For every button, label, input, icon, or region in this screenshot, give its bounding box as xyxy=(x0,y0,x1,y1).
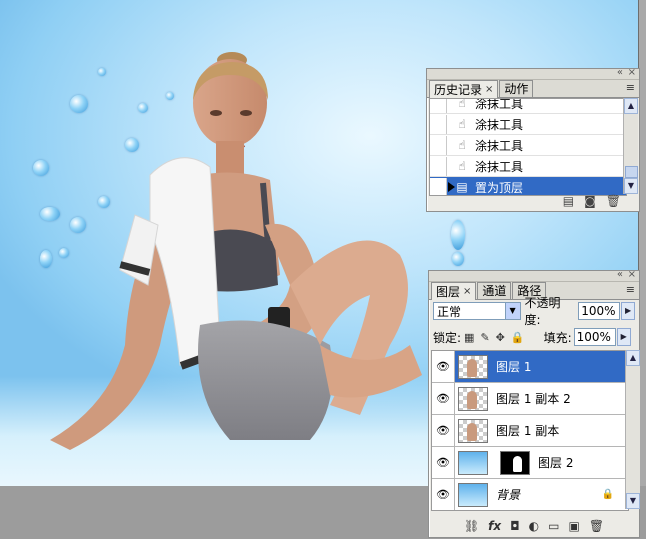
lock-transparent-pixels-icon[interactable]: ▦ xyxy=(464,331,474,344)
fx-icon[interactable]: fx xyxy=(488,519,501,533)
blend-opacity-row: 正常 ▼ 不透明度: 100% ▶ xyxy=(433,296,635,327)
layer-mask-thumbnail[interactable] xyxy=(500,450,530,475)
adjustment-layer-icon[interactable]: ◐ xyxy=(529,519,539,533)
panel-close-icon[interactable]: × xyxy=(628,270,636,280)
layer-row-selected[interactable]: 👁 图层 1 xyxy=(432,351,628,383)
tab-channels[interactable]: 通道 xyxy=(477,282,512,299)
tab-close-icon[interactable]: × xyxy=(485,82,493,98)
history-tab-bar: 历史记录 × 动作 ≡ xyxy=(427,80,639,98)
scroll-up-icon[interactable]: ▲ xyxy=(624,98,638,114)
panel-grip[interactable]: « × xyxy=(427,68,639,80)
layer-name[interactable]: 图层 1 副本 xyxy=(496,422,559,439)
panel-close-icon[interactable]: × xyxy=(628,68,636,78)
history-state-label: 涂抹工具 xyxy=(475,98,524,111)
history-state[interactable]: ☝ 涂抹工具 xyxy=(430,135,626,156)
lock-position-icon[interactable]: ✥ xyxy=(496,331,505,344)
history-list: ☝ 涂抹工具 ☝ 涂抹工具 ☝ 涂抹工具 ☝ 涂抹工具 ▤ 置为顶层 xyxy=(429,98,627,196)
lock-label: 锁定: xyxy=(433,330,462,345)
panel-collapse-icon[interactable]: « xyxy=(617,68,623,78)
new-layer-icon[interactable]: ▣ xyxy=(568,519,579,533)
history-state-label: 涂抹工具 xyxy=(475,117,524,132)
visibility-eye-icon[interactable]: 👁 xyxy=(432,415,455,446)
lock-image-pixels-icon[interactable]: ✎ xyxy=(480,331,489,344)
layer-row[interactable]: 👁 图层 2 xyxy=(432,447,628,479)
fill-slider-arrow-icon[interactable]: ▶ xyxy=(616,328,631,346)
lock-all-icon[interactable]: 🔒 xyxy=(511,331,525,344)
snapshot-source-checkbox[interactable] xyxy=(430,156,447,176)
history-state[interactable]: ☝ 涂抹工具 xyxy=(430,114,626,135)
panel-menu-icon[interactable]: ≡ xyxy=(626,82,635,94)
snapshot-source-checkbox[interactable] xyxy=(430,99,447,113)
add-mask-icon[interactable]: ◘ xyxy=(510,519,520,533)
water-droplet xyxy=(451,220,465,250)
smudge-tool-icon: ☝ xyxy=(458,98,466,110)
tab-layers[interactable]: 图层 × xyxy=(431,282,477,300)
layer-name[interactable]: 图层 2 xyxy=(538,454,573,471)
layer-name[interactable]: 背景 xyxy=(496,486,520,503)
blend-mode-select[interactable]: 正常 ▼ xyxy=(433,302,521,320)
layers-list: 👁 图层 1 👁 图层 1 副本 2 👁 图层 1 副本 👁 图层 2 👁 背景… xyxy=(431,350,629,511)
delete-icon[interactable]: 🗑 xyxy=(606,194,621,208)
link-layers-icon[interactable]: ⛓ xyxy=(464,519,479,533)
tab-label: 通道 xyxy=(482,284,507,298)
new-snapshot-icon[interactable]: ◙ xyxy=(584,194,596,208)
smudge-tool-icon: ☝ xyxy=(458,117,466,131)
smudge-tool-icon: ☝ xyxy=(458,138,466,152)
layer-thumbnail xyxy=(458,482,488,507)
model-photo xyxy=(50,52,422,450)
layer-thumbnail xyxy=(458,386,488,411)
scroll-up-icon[interactable]: ▲ xyxy=(626,350,640,366)
history-state[interactable]: ☝ 涂抹工具 xyxy=(430,156,626,177)
tab-actions[interactable]: 动作 xyxy=(499,80,534,97)
smudge-tool-icon: ☝ xyxy=(458,159,466,173)
panel-menu-icon[interactable]: ≡ xyxy=(626,284,635,296)
layer-thumbnail xyxy=(458,354,488,379)
scroll-down-icon[interactable]: ▼ xyxy=(626,493,640,509)
panel-collapse-icon[interactable]: « xyxy=(617,270,623,280)
fill-input[interactable]: 100% xyxy=(573,328,616,346)
visibility-eye-icon[interactable]: 👁 xyxy=(432,383,455,414)
layer-thumbnail xyxy=(458,450,488,475)
visibility-eye-icon[interactable]: 👁 xyxy=(432,351,455,382)
opacity-input[interactable]: 100% xyxy=(578,302,621,320)
layer-row[interactable]: 👁 图层 1 副本 2 xyxy=(432,383,628,415)
snapshot-source-checkbox[interactable] xyxy=(430,114,447,134)
layers-scrollbar[interactable]: ▲ ▼ xyxy=(625,350,640,509)
opacity-slider-arrow-icon[interactable]: ▶ xyxy=(621,302,635,320)
history-footer: ▤ ◙ 🗑 xyxy=(427,191,639,211)
tab-close-icon[interactable]: × xyxy=(463,284,471,300)
history-state[interactable]: ☝ 涂抹工具 xyxy=(430,98,626,114)
opacity-label: 不透明度: xyxy=(524,296,561,327)
history-scrollbar[interactable]: ▲ ▼ xyxy=(623,98,638,194)
visibility-eye-icon[interactable]: 👁 xyxy=(432,479,455,510)
visibility-eye-icon[interactable]: 👁 xyxy=(432,447,455,478)
history-state-label: 涂抹工具 xyxy=(475,138,524,153)
lock-icon: 🔒 xyxy=(601,489,614,500)
new-group-icon[interactable]: ▭ xyxy=(548,519,559,533)
panel-grip[interactable]: « × xyxy=(429,270,639,282)
history-panel: « × 历史记录 × 动作 ≡ ☝ 涂抹工具 ☝ 涂抹工具 ☝ 涂抹工具 ☝ 涂… xyxy=(426,68,640,212)
layers-panel: « × 图层 × 通道 路径 ≡ 正常 ▼ 不透明度: 100% ▶ 锁定: ▦… xyxy=(428,270,640,538)
tab-label: 动作 xyxy=(504,82,529,96)
chevron-down-icon[interactable]: ▼ xyxy=(504,303,520,319)
tab-label: 图层 xyxy=(436,284,461,299)
snapshot-source-checkbox[interactable] xyxy=(430,135,447,155)
scroll-thumb[interactable] xyxy=(625,166,638,178)
fill-label: 填充: xyxy=(543,330,572,345)
layer-name[interactable]: 图层 1 xyxy=(496,358,531,375)
blend-mode-value: 正常 xyxy=(437,304,462,319)
history-state-label: 涂抹工具 xyxy=(475,159,524,174)
delete-layer-icon[interactable]: 🗑 xyxy=(589,519,604,533)
layers-footer: ⛓ fx ◘ ◐ ▭ ▣ 🗑 xyxy=(429,515,639,537)
layer-row[interactable]: 👁 背景 🔒 xyxy=(432,479,628,510)
tab-history[interactable]: 历史记录 × xyxy=(429,80,499,98)
lock-fill-row: 锁定: ▦ ✎ ✥ 🔒 填充: 100% ▶ xyxy=(433,327,635,347)
layer-thumbnail xyxy=(458,418,488,443)
new-document-from-state-icon[interactable]: ▤ xyxy=(563,194,574,208)
water-droplet xyxy=(452,252,464,266)
layer-row[interactable]: 👁 图层 1 副本 xyxy=(432,415,628,447)
layer-name[interactable]: 图层 1 副本 2 xyxy=(496,390,571,407)
tab-label: 历史记录 xyxy=(434,82,483,97)
